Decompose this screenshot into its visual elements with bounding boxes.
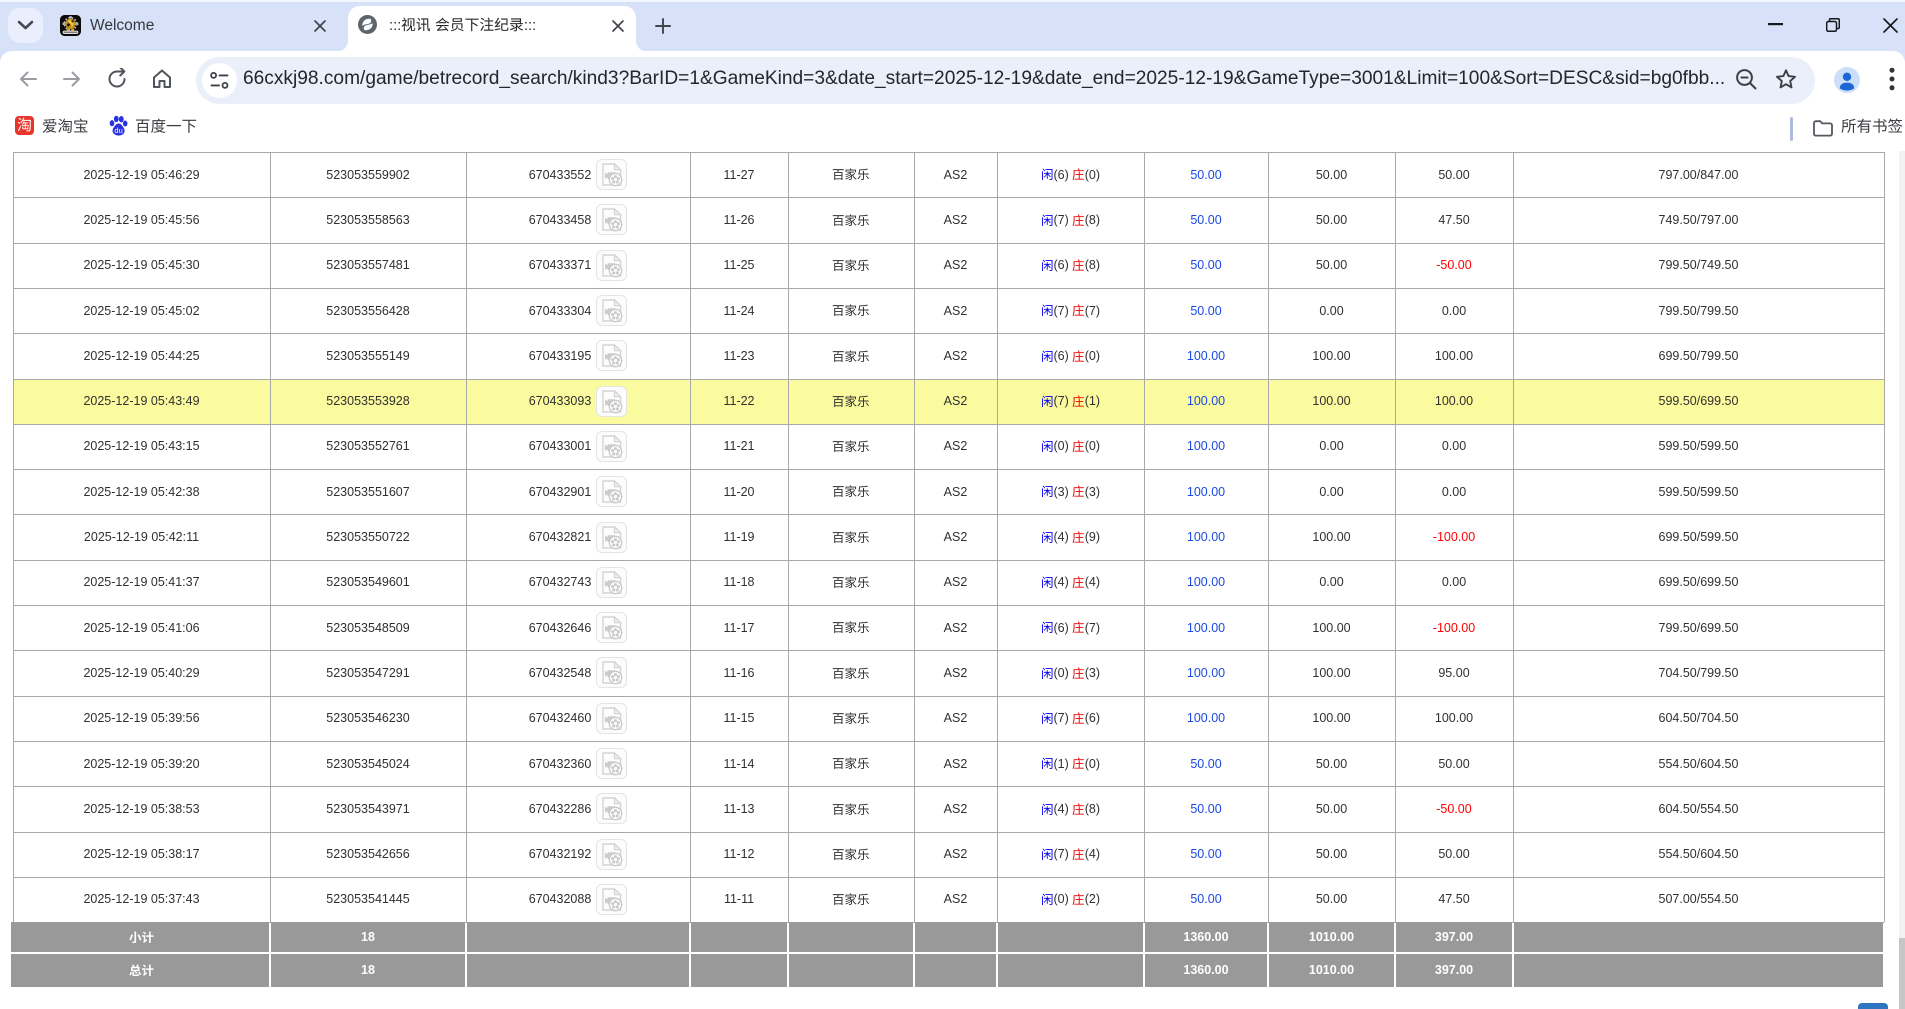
svg-text:du: du (114, 126, 122, 135)
